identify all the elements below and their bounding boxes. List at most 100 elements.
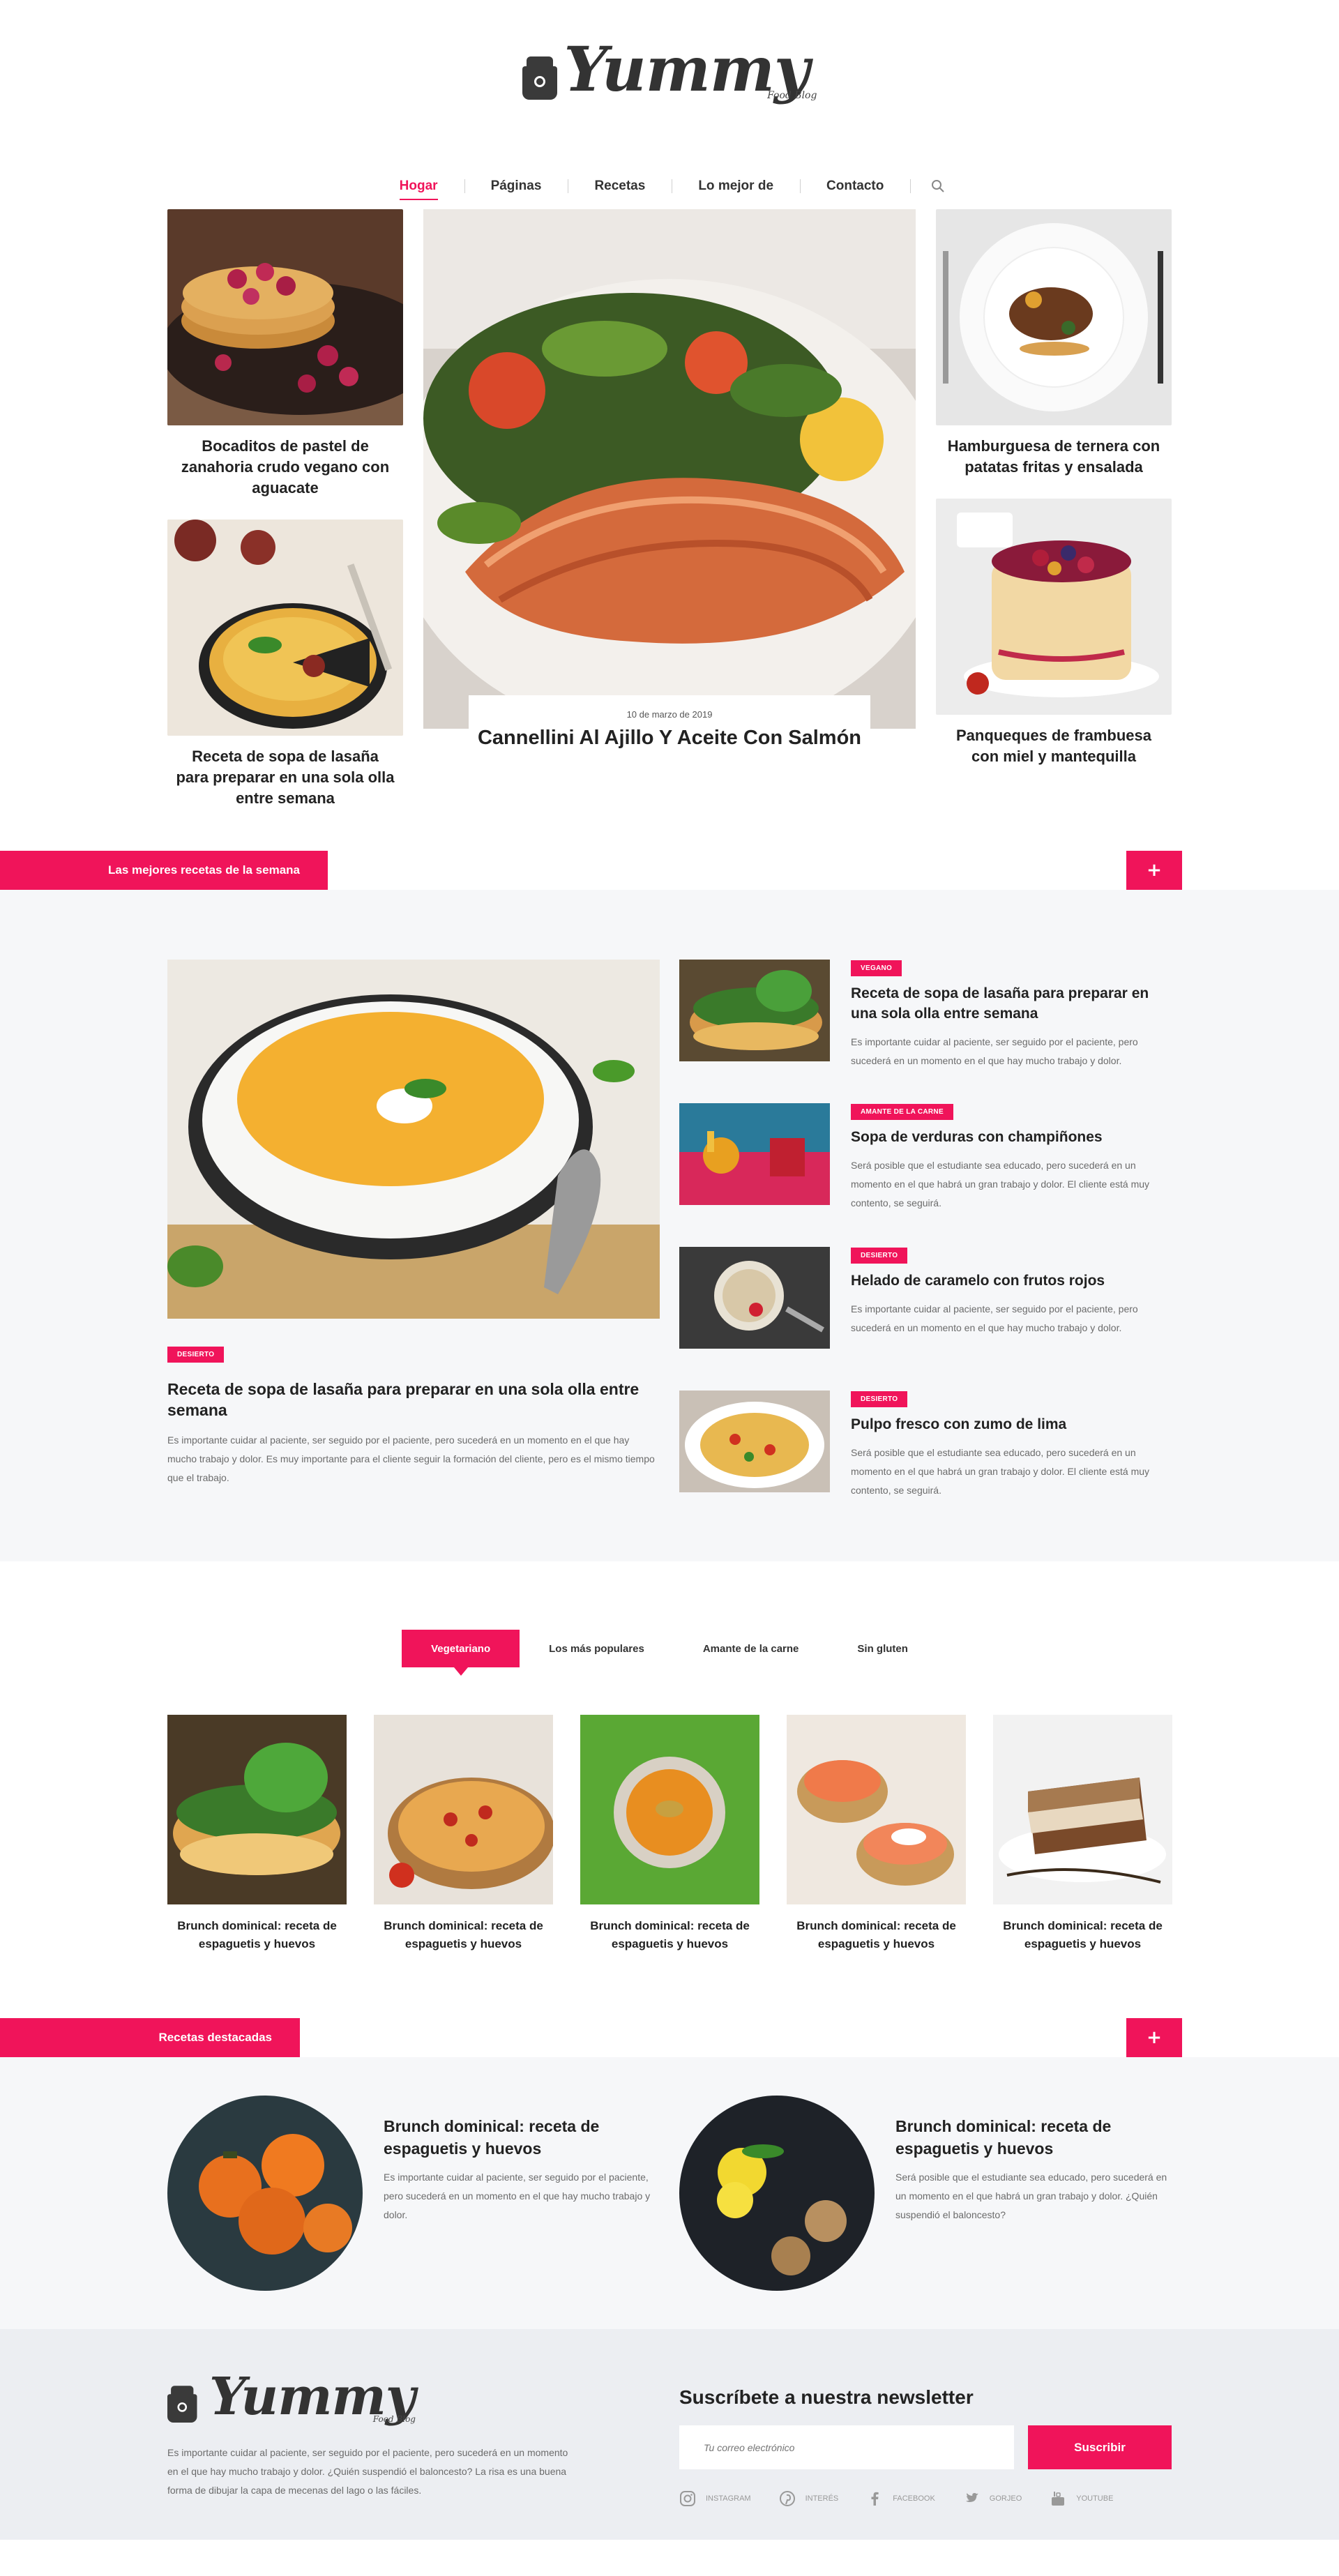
hero-card[interactable]: Panqueques de frambuesa con miel y mante… — [936, 499, 1172, 767]
pumpkin-soup-image — [580, 1715, 759, 1904]
frittata-image — [167, 520, 403, 736]
site-logo[interactable]: Yummy Food Blog — [522, 38, 817, 101]
big-post[interactable]: DESIERTO Receta de sopa de lasaña para p… — [167, 960, 660, 1534]
category-tag[interactable]: DESIERTO — [167, 1347, 225, 1363]
subscribe-button[interactable]: Suscribir — [1028, 2425, 1172, 2469]
hero-card[interactable]: Hamburguesa de ternera con patatas frita… — [936, 209, 1172, 478]
main-nav: Hogar Páginas Recetas Lo mejor de Contac… — [0, 172, 1339, 200]
youtube-icon — [1052, 2492, 1065, 2506]
hero-card[interactable]: Receta de sopa de lasaña para preparar e… — [167, 520, 403, 809]
hero-card-title[interactable]: Receta de sopa de lasaña para preparar e… — [167, 746, 403, 809]
list-item[interactable]: DESIERTO Pulpo fresco con zumo de lima S… — [679, 1391, 1172, 1520]
vegetable-soup-image — [679, 1103, 830, 1205]
recipe-card[interactable]: Brunch dominical: receta de espaguetis y… — [374, 1715, 553, 1953]
site-footer: Yummy Food Blog Es importante cuidar al … — [0, 2329, 1339, 2540]
recipe-card[interactable]: Brunch dominical: receta de espaguetis y… — [993, 1715, 1172, 1953]
tiramisu-image — [993, 1715, 1172, 1904]
post-title[interactable]: Brunch dominical: receta de espaguetis y… — [895, 2115, 1172, 2160]
soup-image — [167, 960, 660, 1319]
post-title[interactable]: Brunch dominical: receta de espaguetis y… — [384, 2115, 660, 2160]
nav-item-contacto[interactable]: Contacto — [800, 172, 910, 200]
post-excerpt: Es importante cuidar al paciente, ser se… — [851, 1036, 1138, 1066]
logo-tagline: Food Blog — [767, 90, 817, 101]
salmon-canape-image — [787, 1715, 966, 1904]
more-button[interactable]: + — [1126, 2018, 1182, 2057]
footer-text: Es importante cuidar al paciente, ser se… — [167, 2447, 568, 2496]
list-item[interactable]: AMANTE DE LA CARNE Sopa de verduras con … — [679, 1103, 1172, 1233]
pancakes-image — [167, 209, 403, 425]
hero-feature[interactable]: 10 de marzo de 2019 Cannellini Al Ajillo… — [423, 209, 916, 767]
hero-feature-caption: 10 de marzo de 2019 Cannellini Al Ajillo… — [469, 695, 870, 766]
tab-los-mas-populares[interactable]: Los más populares — [520, 1630, 674, 1667]
more-button[interactable]: + — [1126, 851, 1182, 890]
recipe-card[interactable]: Brunch dominical: receta de espaguetis y… — [787, 1715, 966, 1953]
pot-logo-icon — [522, 56, 557, 100]
social-link-youtube[interactable]: YOUTUBE — [1050, 2490, 1113, 2507]
recipe-title[interactable]: Brunch dominical: receta de espaguetis y… — [167, 1917, 347, 1953]
newsletter: Suscríbete a nuestra newsletter Suscribi… — [679, 2371, 1172, 2507]
burger-image — [167, 1715, 347, 1904]
pizza-image — [374, 1715, 553, 1904]
social-link-twitter[interactable]: GORJEO — [963, 2490, 1022, 2507]
email-input[interactable] — [679, 2425, 1014, 2469]
post-excerpt: Será posible que el estudiante sea educa… — [895, 2172, 1167, 2220]
post-excerpt: Será posible que el estudiante sea educa… — [851, 1160, 1150, 1209]
hero-feature-title[interactable]: Cannellini Al Ajillo Y Aceite Con Salmón — [469, 727, 870, 750]
category-tag[interactable]: AMANTE DE LA CARNE — [851, 1104, 953, 1120]
newsletter-title: Suscríbete a nuestra newsletter — [679, 2386, 974, 2408]
section-title: Las mejores recetas de la semana — [0, 851, 328, 890]
post-title[interactable]: Sopa de verduras con champiñones — [851, 1127, 1172, 1147]
social-links: INSTAGRAM INTERÉS FACEBOOK GORJEO YOUTUB… — [679, 2490, 1172, 2507]
nav-item-paginas[interactable]: Páginas — [464, 172, 568, 200]
tab-sin-gluten[interactable]: Sin gluten — [828, 1630, 937, 1667]
nav-item-hogar[interactable]: Hogar — [373, 172, 464, 200]
social-link-pinterest[interactable]: INTERÉS — [779, 2490, 838, 2507]
category-tag[interactable]: DESIERTO — [851, 1391, 908, 1407]
social-label: GORJEO — [989, 2494, 1022, 2503]
post-title[interactable]: Pulpo fresco con zumo de lima — [851, 1414, 1172, 1434]
pasta-image — [679, 1391, 830, 1492]
recipe-card[interactable]: Brunch dominical: receta de espaguetis y… — [167, 1715, 347, 1953]
nav-item-lo-mejor-de[interactable]: Lo mejor de — [672, 172, 800, 200]
social-link-facebook[interactable]: FACEBOOK — [866, 2490, 935, 2507]
hero-card-title[interactable]: Hamburguesa de ternera con patatas frita… — [936, 436, 1172, 478]
footer-logo[interactable]: Yummy Food Blog — [167, 2371, 660, 2424]
section-header-featured: Recetas destacadas + — [0, 2018, 1339, 2057]
post-title[interactable]: Helado de caramelo con frutos rojos — [851, 1271, 1172, 1291]
best-recipes-section: DESIERTO Receta de sopa de lasaña para p… — [0, 890, 1339, 1561]
recipe-title[interactable]: Brunch dominical: receta de espaguetis y… — [787, 1917, 966, 1953]
recipe-title[interactable]: Brunch dominical: receta de espaguetis y… — [993, 1917, 1172, 1953]
hero-card-title[interactable]: Bocaditos de pastel de zanahoria crudo v… — [167, 436, 403, 499]
search-icon — [932, 180, 945, 192]
post-title[interactable]: Receta de sopa de lasaña para preparar e… — [167, 1379, 660, 1420]
list-item[interactable]: DESIERTO Helado de caramelo con frutos r… — [679, 1247, 1172, 1377]
list-item[interactable]: VEGANO Receta de sopa de lasaña para pre… — [679, 960, 1172, 1089]
featured-post[interactable]: Brunch dominical: receta de espaguetis y… — [167, 2096, 660, 2291]
nav-item-recetas[interactable]: Recetas — [568, 172, 672, 200]
tab-amante-de-la-carne[interactable]: Amante de la carne — [674, 1630, 829, 1667]
burger-plate-image — [936, 209, 1172, 425]
site-header: Yummy Food Blog — [0, 0, 1339, 153]
hero-right-column: Hamburguesa de ternera con patatas frita… — [936, 209, 1172, 830]
recipe-card[interactable]: Brunch dominical: receta de espaguetis y… — [580, 1715, 759, 1953]
recipe-title[interactable]: Brunch dominical: receta de espaguetis y… — [580, 1917, 759, 1953]
section-title: Recetas destacadas — [0, 2018, 300, 2057]
instagram-icon — [680, 2491, 695, 2506]
post-excerpt: Es importante cuidar al paciente, ser se… — [167, 1434, 655, 1483]
burger-image — [679, 960, 830, 1061]
search-button[interactable] — [910, 172, 966, 200]
featured-post[interactable]: Brunch dominical: receta de espaguetis y… — [679, 2096, 1172, 2291]
post-title[interactable]: Receta de sopa de lasaña para preparar e… — [851, 983, 1172, 1024]
category-tag[interactable]: VEGANO — [851, 960, 902, 976]
hero-left-column: Bocaditos de pastel de zanahoria crudo v… — [167, 209, 403, 830]
ice-cream-image — [679, 1247, 830, 1349]
post-excerpt: Es importante cuidar al paciente, ser se… — [384, 2172, 651, 2220]
hero-card[interactable]: Bocaditos de pastel de zanahoria crudo v… — [167, 209, 403, 499]
category-tag[interactable]: DESIERTO — [851, 1248, 908, 1264]
social-link-instagram[interactable]: INSTAGRAM — [679, 2490, 751, 2507]
hero-card-title[interactable]: Panqueques de frambuesa con miel y mante… — [936, 725, 1172, 767]
footer-about: Yummy Food Blog Es importante cuidar al … — [167, 2371, 660, 2507]
raspberry-cake-image — [936, 499, 1172, 715]
tab-vegetariano[interactable]: Vegetariano — [402, 1630, 520, 1676]
recipe-title[interactable]: Brunch dominical: receta de espaguetis y… — [374, 1917, 553, 1953]
